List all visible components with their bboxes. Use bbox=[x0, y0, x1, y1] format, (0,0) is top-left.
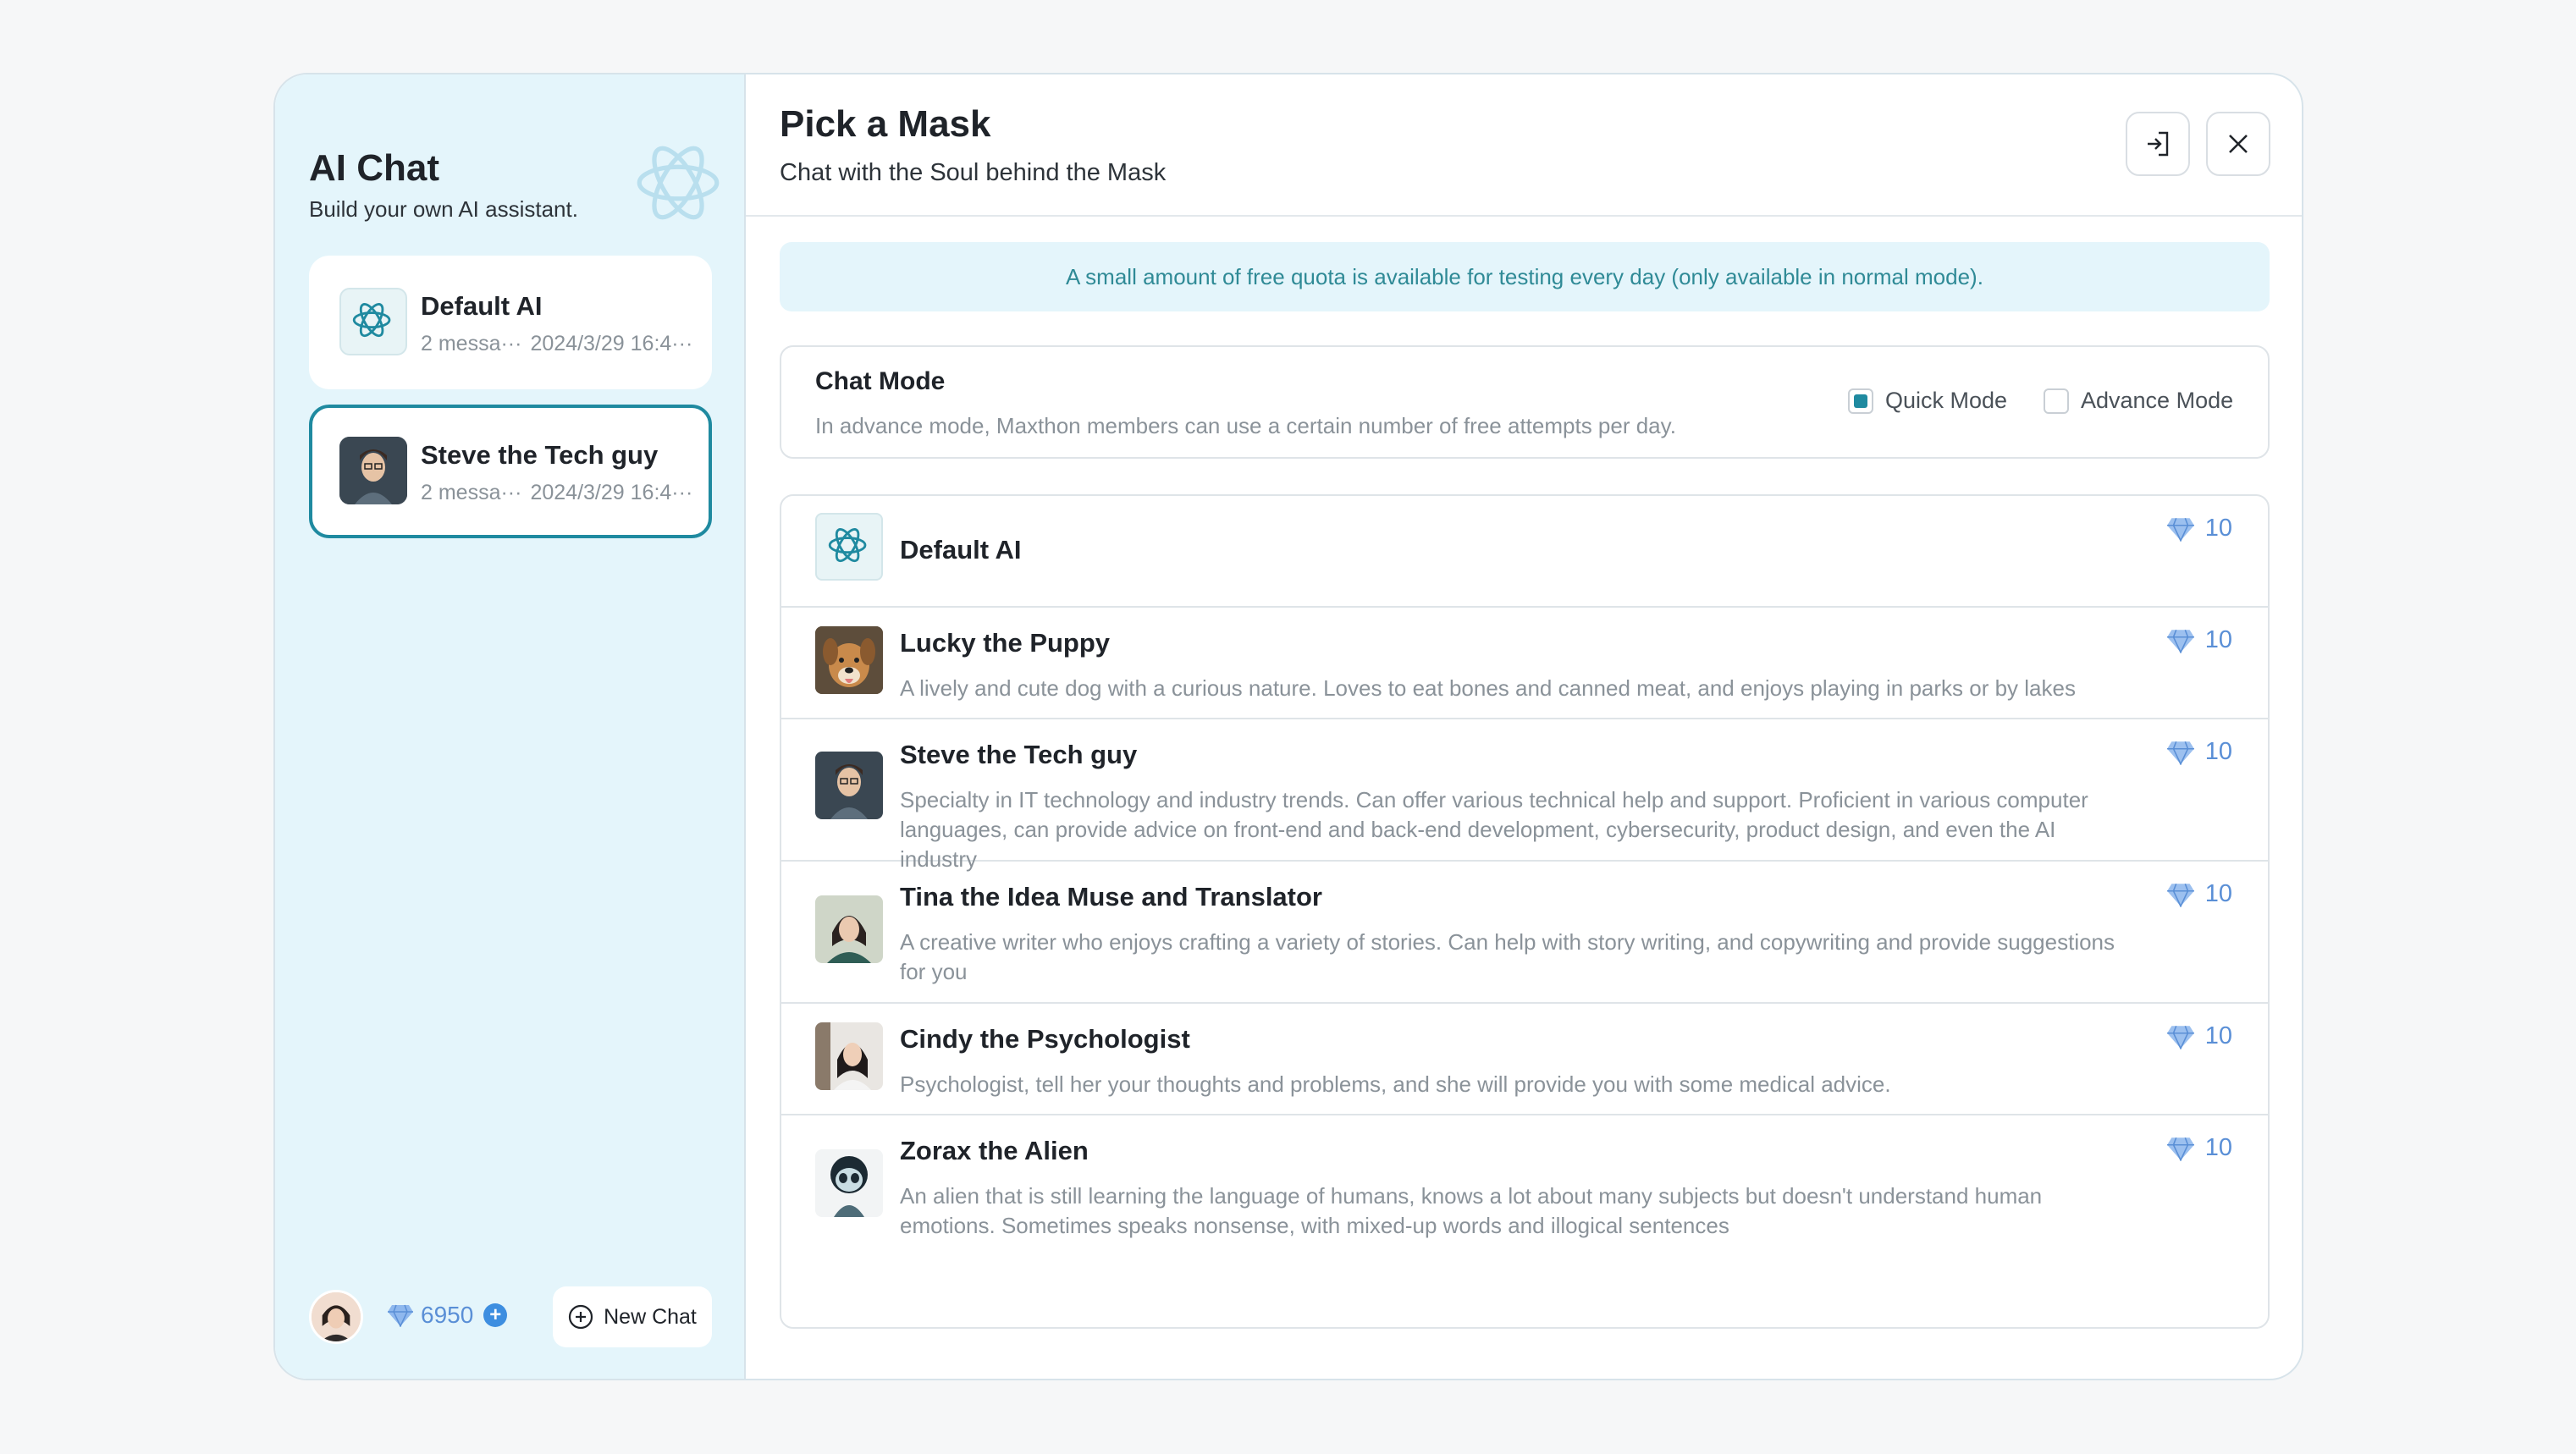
mask-name: Cindy the Psychologist bbox=[900, 1024, 1190, 1054]
alien-portrait-icon bbox=[815, 1149, 883, 1217]
puppy-portrait-icon bbox=[815, 626, 883, 694]
mask-name: Lucky the Puppy bbox=[900, 628, 1111, 658]
zorax-avatar bbox=[815, 1149, 883, 1217]
new-chat-label: New Chat bbox=[604, 1304, 697, 1329]
diamond-icon bbox=[2166, 1137, 2194, 1161]
mask-name: Default AI bbox=[900, 535, 1022, 565]
close-button[interactable] bbox=[2206, 112, 2270, 176]
sign-in-icon bbox=[2148, 131, 2169, 157]
steve-portrait-icon bbox=[815, 752, 883, 819]
page-title: Pick a Mask bbox=[780, 103, 991, 145]
diamond-icon bbox=[2166, 517, 2194, 542]
chat-item-message-count: 2 messa··· bbox=[421, 481, 522, 504]
app-title: AI Chat bbox=[309, 147, 439, 189]
mask-list: Default AI 10 Lucky the Puppy A lively a… bbox=[780, 494, 2270, 1329]
ai-logo-icon bbox=[637, 146, 720, 220]
mask-description: Psychologist, tell her your thoughts and… bbox=[900, 1071, 1891, 1097]
chat-item-name: Steve the Tech guy bbox=[421, 440, 659, 470]
chat-item-steve[interactable]: Steve the Tech guy 2 messa··· 2024/3/29 1… bbox=[309, 405, 712, 538]
app-subtitle: Build your own AI assistant. bbox=[309, 196, 578, 222]
mask-item-default-ai[interactable]: Default AI 10 bbox=[781, 496, 2268, 608]
mask-cost: 10 bbox=[2166, 880, 2232, 908]
mask-name: Steve the Tech guy bbox=[900, 740, 1138, 769]
mask-item-zorax[interactable]: Zorax the Alien An alien that is still l… bbox=[781, 1115, 2268, 1258]
app-window: AI Chat Build your own AI assistant. Def bbox=[273, 73, 2303, 1380]
plus-circle-icon bbox=[569, 1304, 593, 1330]
login-button[interactable] bbox=[2126, 112, 2190, 176]
mask-cost: 10 bbox=[2166, 1022, 2232, 1050]
mask-item-tina[interactable]: Tina the Idea Muse and Translator A crea… bbox=[781, 862, 2268, 1004]
user-avatar[interactable] bbox=[309, 1290, 363, 1344]
mask-name: Tina the Idea Muse and Translator bbox=[900, 882, 1322, 912]
mask-name: Zorax the Alien bbox=[900, 1136, 1089, 1165]
mask-description: A lively and cute dog with a curious nat… bbox=[900, 675, 2076, 701]
diamond-icon bbox=[2166, 1025, 2194, 1049]
mask-item-cindy[interactable]: Cindy the Psychologist Psychologist, tel… bbox=[781, 1004, 2268, 1115]
mask-cost: 10 bbox=[2166, 626, 2232, 654]
chat-mode-description: In advance mode, Maxthon members can use… bbox=[815, 413, 1676, 438]
add-gems-button[interactable]: + bbox=[483, 1303, 508, 1327]
user-portrait-icon bbox=[312, 1292, 361, 1341]
close-icon bbox=[2229, 135, 2248, 153]
sidebar-footer: 6950 + New Chat bbox=[309, 1286, 712, 1347]
quick-mode-checkbox[interactable] bbox=[1848, 388, 1873, 414]
diamond-icon bbox=[2166, 883, 2194, 907]
mask-cost: 10 bbox=[2166, 515, 2232, 542]
mask-cost-value: 10 bbox=[2204, 1022, 2232, 1049]
mask-cost-value: 10 bbox=[2204, 880, 2232, 907]
advance-mode-checkbox[interactable] bbox=[2044, 388, 2069, 414]
mask-description: A creative writer who enjoys crafting a … bbox=[900, 929, 2115, 984]
ai-atom-icon bbox=[828, 528, 867, 563]
chat-item-time: 2024/3/29 16:4··· bbox=[530, 481, 693, 504]
lucky-avatar bbox=[815, 626, 883, 694]
mask-cost-value: 10 bbox=[2204, 738, 2232, 765]
mask-item-steve[interactable]: Steve the Tech guy Specialty in IT techn… bbox=[781, 719, 2268, 872]
diamond-icon bbox=[388, 1304, 413, 1327]
diamond-icon bbox=[2166, 741, 2194, 765]
free-quota-notice: A small amount of free quota is availabl… bbox=[780, 242, 2270, 311]
advance-mode-label: Advance Mode bbox=[2081, 388, 2234, 413]
gem-balance-value: 6950 bbox=[421, 1302, 474, 1328]
chat-item-name: Default AI bbox=[421, 291, 543, 321]
chat-item-meta: 2 messa··· 2024/3/29 16:4··· bbox=[421, 332, 701, 356]
mask-cost-value: 10 bbox=[2204, 1134, 2232, 1161]
main-panel: Pick a Mask Chat with the Soul behind th… bbox=[746, 74, 2302, 1379]
quick-mode-option[interactable]: Quick Mode bbox=[1848, 388, 2007, 414]
mask-cost-value: 10 bbox=[2204, 515, 2232, 542]
steve-portrait-icon bbox=[339, 437, 407, 504]
mask-cost: 10 bbox=[2166, 738, 2232, 766]
gem-balance: 6950 + bbox=[387, 1302, 508, 1329]
mask-cost-value: 10 bbox=[2204, 626, 2232, 653]
tina-portrait-icon bbox=[815, 895, 883, 963]
tina-avatar bbox=[815, 895, 883, 963]
quick-mode-label: Quick Mode bbox=[1885, 388, 2008, 413]
chat-item-default-ai[interactable]: Default AI 2 messa··· 2024/3/29 16:4··· bbox=[309, 256, 712, 389]
steve-avatar bbox=[339, 437, 407, 504]
mask-cost: 10 bbox=[2166, 1134, 2232, 1162]
default-ai-avatar bbox=[339, 288, 407, 355]
ai-atom-icon bbox=[352, 303, 391, 338]
mask-description: An alien that is still learning the lang… bbox=[900, 1183, 2043, 1238]
cindy-portrait-icon bbox=[815, 1022, 883, 1090]
chat-item-time: 2024/3/29 16:4··· bbox=[530, 332, 693, 355]
new-chat-button[interactable]: New Chat bbox=[553, 1286, 712, 1347]
main-header: Pick a Mask Chat with the Soul behind th… bbox=[746, 74, 2302, 217]
chat-item-meta: 2 messa··· 2024/3/29 16:4··· bbox=[421, 481, 701, 505]
cindy-avatar bbox=[815, 1022, 883, 1090]
page-subtitle: Chat with the Soul behind the Mask bbox=[780, 159, 1167, 186]
default-ai-avatar bbox=[815, 513, 883, 581]
chat-mode-title: Chat Mode bbox=[815, 367, 946, 395]
steve-avatar bbox=[815, 752, 883, 819]
mask-item-lucky[interactable]: Lucky the Puppy A lively and cute dog wi… bbox=[781, 608, 2268, 719]
diamond-icon bbox=[2166, 629, 2194, 653]
sidebar: AI Chat Build your own AI assistant. Def bbox=[275, 74, 746, 1379]
chat-mode-panel: Chat Mode In advance mode, Maxthon membe… bbox=[780, 345, 2270, 459]
advance-mode-option[interactable]: Advance Mode bbox=[2044, 388, 2233, 414]
chat-item-message-count: 2 messa··· bbox=[421, 332, 522, 355]
